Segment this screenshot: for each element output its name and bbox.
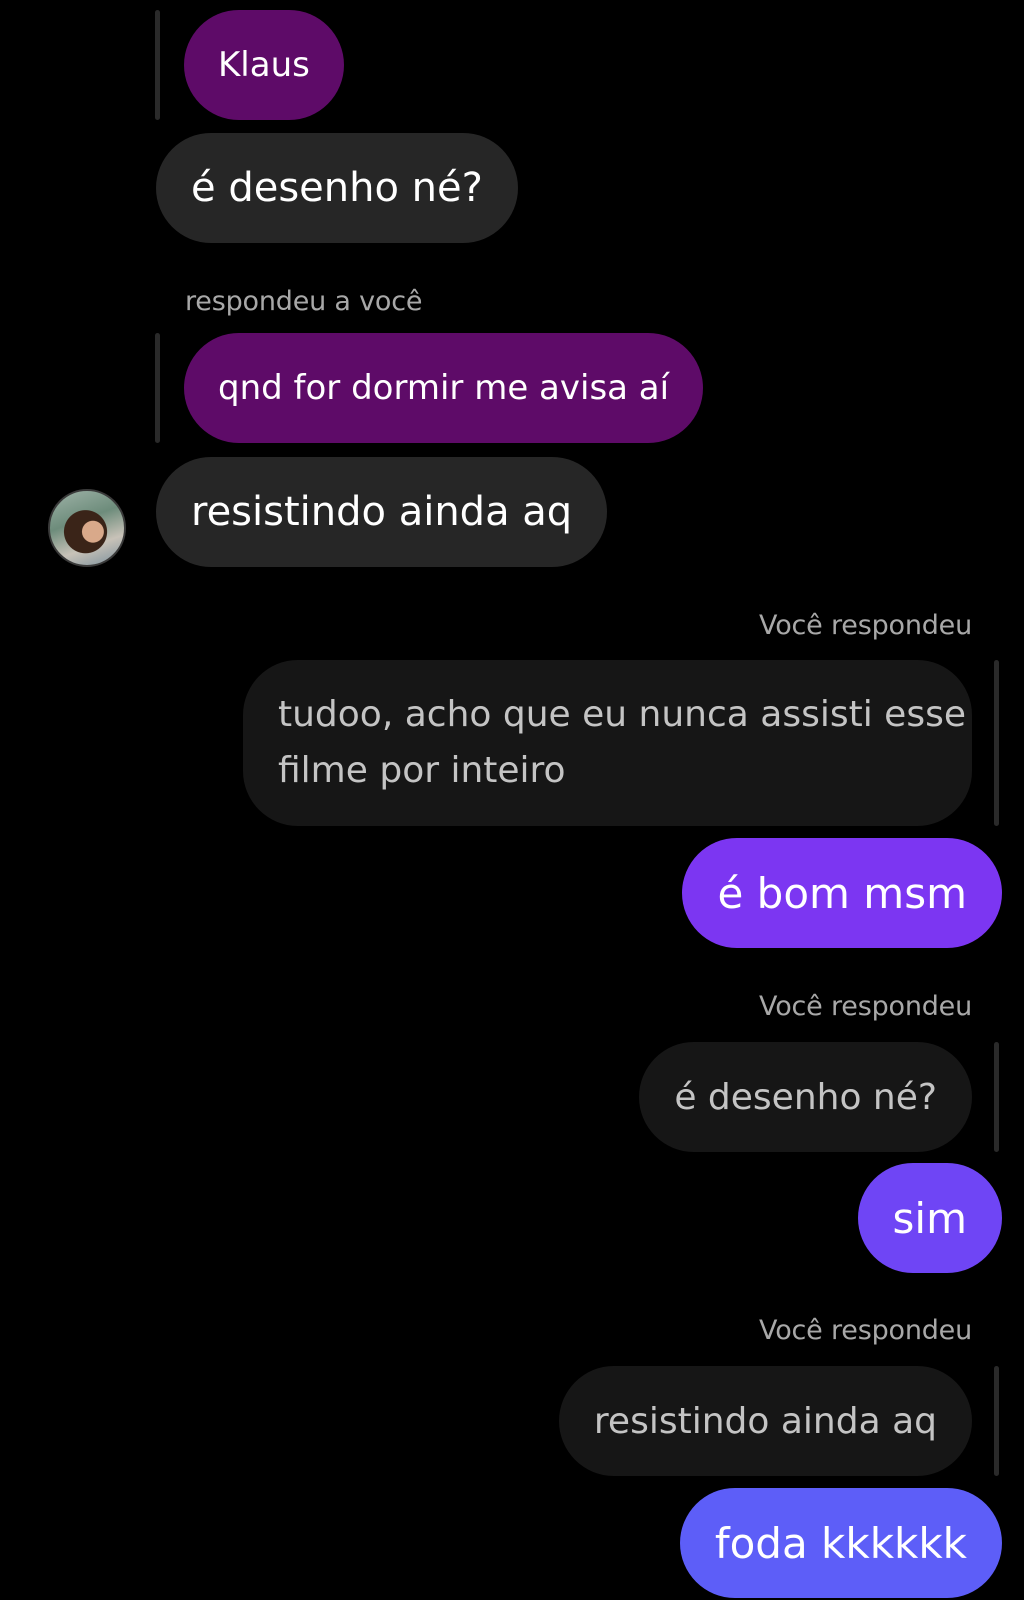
quoted-message-text: qnd for dormir me avisa aí	[218, 368, 670, 408]
sent-message-bubble[interactable]: foda kkkkkk	[679, 1488, 1002, 1598]
quoted-message-text: resistindo ainda aq	[593, 1400, 937, 1442]
reply-label: Você respondeu	[759, 610, 972, 641]
quoted-message-bubble[interactable]: é desenho né?	[639, 1042, 972, 1152]
quoted-message-text-line1: tudoo, acho que eu nunca assisti esse	[278, 694, 966, 735]
sent-message-text: é bom msm	[717, 868, 967, 918]
quote-bar	[994, 1042, 999, 1152]
quoted-message-text: Klaus	[218, 45, 310, 85]
quote-bar	[155, 333, 160, 443]
quoted-message-bubble[interactable]: Klaus	[184, 10, 344, 120]
reply-label: Você respondeu	[759, 991, 972, 1022]
quoted-message-bubble[interactable]: resistindo ainda aq	[558, 1366, 972, 1476]
sent-message-bubble[interactable]: é bom msm	[682, 838, 1002, 948]
sent-message-bubble[interactable]: sim	[857, 1163, 1002, 1273]
reply-label: respondeu a você	[185, 286, 423, 317]
contact-avatar[interactable]	[48, 489, 126, 567]
received-message-text: é desenho né?	[191, 165, 483, 211]
quote-bar	[994, 660, 999, 826]
received-message-text: resistindo ainda aq	[191, 489, 573, 535]
quote-bar	[155, 10, 160, 120]
reply-label: Você respondeu	[759, 1315, 972, 1346]
sent-message-text: foda kkkkkk	[714, 1518, 967, 1568]
sent-message-text: sim	[892, 1193, 967, 1243]
quoted-message-bubble[interactable]: tudoo, acho que eu nunca assisti esse fi…	[243, 660, 972, 826]
received-message-bubble[interactable]: é desenho né?	[156, 133, 518, 243]
quoted-message-text-line2: filme por inteiro	[278, 750, 566, 791]
quoted-message-text: é desenho né?	[674, 1076, 937, 1118]
quote-bar	[994, 1366, 999, 1476]
quoted-message-bubble[interactable]: qnd for dormir me avisa aí	[184, 333, 704, 443]
received-message-bubble[interactable]: resistindo ainda aq	[156, 457, 608, 567]
